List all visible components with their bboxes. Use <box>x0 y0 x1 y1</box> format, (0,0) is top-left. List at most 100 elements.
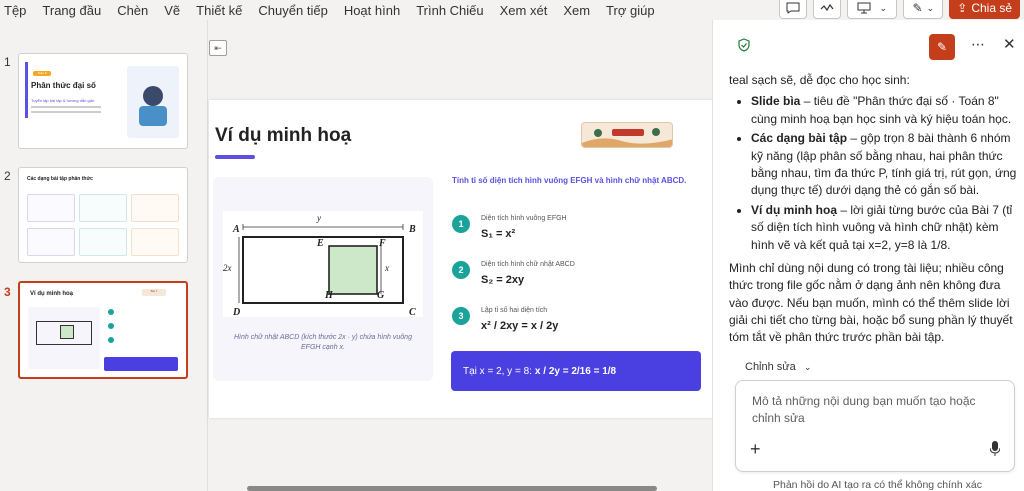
step-label: Diện tích hình chữ nhật ABCD <box>481 261 575 268</box>
label-D: D <box>233 307 241 318</box>
tab-review[interactable]: Xem xét <box>492 3 556 18</box>
result-value: x / 2y = 2/16 = 1/8 <box>534 365 617 377</box>
student-body <box>139 106 167 126</box>
skill-card <box>27 194 75 222</box>
slide-thumbnail-1[interactable]: Toán 8 Phân thức đại số Tuyển tập bài tậ… <box>18 53 188 149</box>
share-label: Chia sẻ <box>971 1 1012 15</box>
microphone-icon[interactable] <box>990 441 1000 457</box>
figure-caption: Hình chữ nhật ABCD (kích thước 2x · y) c… <box>234 334 412 351</box>
slide-3[interactable]: Ví dụ minh hoạ y A B E F 2x x H G D C Hì… <box>209 100 712 418</box>
thumb-title: Phân thức đại số <box>31 81 96 90</box>
student-head <box>143 86 163 106</box>
tab-help[interactable]: Trợ giúp <box>598 3 663 18</box>
skill-card <box>79 228 127 256</box>
task-statement[interactable]: Tính tỉ số diện tích hình vuông EFGH và … <box>452 176 702 186</box>
tab-design[interactable]: Thiết kế <box>188 3 250 18</box>
horizontal-scrollbar[interactable] <box>247 486 657 491</box>
step-formula: x² / 2xy = x / 2y <box>481 320 559 332</box>
title-underline-bar <box>215 155 255 159</box>
slide-number: 1 <box>4 55 11 69</box>
tab-slideshow[interactable]: Trình Chiếu <box>408 3 491 18</box>
chevron-down-icon: ⌄ <box>879 2 888 13</box>
collapse-thumbnails-button[interactable]: ⇤ <box>209 40 227 56</box>
skill-card <box>131 228 179 256</box>
label-E: E <box>317 238 324 249</box>
draw-button[interactable]: ✎ ⌄ <box>903 0 944 19</box>
list-item: Slide bìa – tiêu đề "Phân thức đại số · … <box>751 93 1019 128</box>
prompt-input-box[interactable]: Mô tả những nội dung bạn muốn tạo hoặc c… <box>735 380 1015 472</box>
step-label: Diện tích hình vuông EFGH <box>481 215 567 222</box>
edit-icon: ✎ <box>936 40 948 54</box>
slide-title[interactable]: Ví dụ minh hoạ <box>215 125 351 147</box>
label-F: F <box>379 238 386 249</box>
thumb-title: Ví dụ minh hoạ <box>30 291 73 297</box>
label-B: B <box>409 224 416 235</box>
badge: Bài 7 <box>142 289 166 296</box>
slide-number: 3 <box>4 285 11 299</box>
bullet-title: Slide bìa <box>751 94 801 109</box>
badge: Toán 8 <box>33 71 51 76</box>
header-illustration[interactable] <box>581 122 673 148</box>
slide-editor-canvas: ⇤ Ví dụ minh hoạ y A B E F 2x x H G D C … <box>209 20 712 491</box>
more-options-icon[interactable]: ⋯ <box>971 36 985 53</box>
bullet-title: Ví dụ minh hoạ <box>751 202 837 217</box>
pen-icon: ✎ <box>912 1 923 15</box>
new-chat-button[interactable]: ✎ <box>929 34 955 60</box>
thumb-result <box>104 357 178 371</box>
step-formula: S₁ = x² <box>481 228 516 240</box>
assistant-message: teal sạch sẽ, dễ đọc cho học sinh: Slide… <box>729 72 1019 351</box>
summary-list: Slide bìa – tiêu đề "Phân thức đại số · … <box>729 93 1019 254</box>
result-box[interactable]: Tại x = 2, y = 8: x / 2y = 2/16 = 1/8 <box>451 351 701 391</box>
prompt-input[interactable]: Mô tả những nội dung bạn muốn tạo hoặc c… <box>752 393 1002 427</box>
chevron-down-icon: ⌄ <box>803 362 812 372</box>
shield-check-icon <box>738 38 750 52</box>
ai-disclaimer: Phản hồi do AI tạo ra có thể không chính… <box>773 479 982 491</box>
list-item: Ví dụ minh hoạ – lời giải từng bước của … <box>751 202 1019 254</box>
tab-view[interactable]: Xem <box>555 3 598 18</box>
label-y: y <box>317 213 321 223</box>
copilot-panel: ✎ ⋯ ✕ teal sạch sẽ, dễ đọc cho học sinh:… <box>712 20 1024 491</box>
label-A: A <box>233 224 240 235</box>
tab-home[interactable]: Trang đầu <box>34 3 109 18</box>
skill-card <box>79 194 127 222</box>
share-icon: ⇪ <box>957 1 968 15</box>
thumb-square <box>60 325 74 339</box>
message-intro: teal sạch sẽ, dễ đọc cho học sinh: <box>729 73 910 87</box>
activity-button[interactable] <box>813 0 842 19</box>
tab-animations[interactable]: Hoạt hình <box>336 3 408 18</box>
slide-thumbnail-2[interactable]: Các dạng bài tập phân thức <box>18 167 188 263</box>
student-illustration <box>127 66 179 138</box>
thumb-title: Các dạng bài tập phân thức <box>27 176 93 182</box>
comments-button[interactable] <box>779 0 808 19</box>
text-line <box>31 111 101 113</box>
step-number: 3 <box>452 307 470 325</box>
label-2x: 2x <box>223 263 232 273</box>
slide-thumbnail-3[interactable]: Ví dụ minh hoạ Bài 7 <box>18 281 188 379</box>
panel-header: ✎ ⋯ ✕ <box>713 20 1024 70</box>
skill-card <box>27 228 75 256</box>
message-closing: Mình chỉ dùng nội dung có trong tài liệu… <box>729 260 1013 345</box>
presentation-icon <box>857 2 871 14</box>
pulse-icon <box>820 3 834 12</box>
slide-thumbnails-pane: 1 Toán 8 Phân thức đại số Tuyển tập bài … <box>0 20 208 491</box>
present-button[interactable]: ⌄ <box>847 0 898 19</box>
accent-bar <box>25 62 28 118</box>
step-number: 1 <box>452 215 470 233</box>
thumb-subtitle: Tuyển tập bài tập & hướng dẫn giải <box>31 98 94 103</box>
text-line <box>31 106 101 108</box>
label-x: x <box>385 263 389 273</box>
share-button[interactable]: ⇪ Chia sẻ <box>949 0 1020 19</box>
close-icon[interactable]: ✕ <box>1003 35 1016 53</box>
tab-transitions[interactable]: Chuyển tiếp <box>250 3 335 18</box>
thumb-figure <box>28 307 100 369</box>
edit-dropdown-label: Chỉnh sửa <box>745 361 796 373</box>
result-prefix: Tại x = 2, y = 8: <box>463 365 532 377</box>
bullet-title: Các dạng bài tập <box>751 131 848 146</box>
tab-draw[interactable]: Vẽ <box>156 3 188 18</box>
add-icon[interactable]: + <box>750 439 761 460</box>
step-dot <box>108 323 114 329</box>
label-C: C <box>409 307 416 318</box>
edit-dropdown[interactable]: Chỉnh sửa ⌄ <box>745 361 811 373</box>
tab-insert[interactable]: Chèn <box>109 3 156 18</box>
tab-file[interactable]: Tệp <box>0 3 34 18</box>
